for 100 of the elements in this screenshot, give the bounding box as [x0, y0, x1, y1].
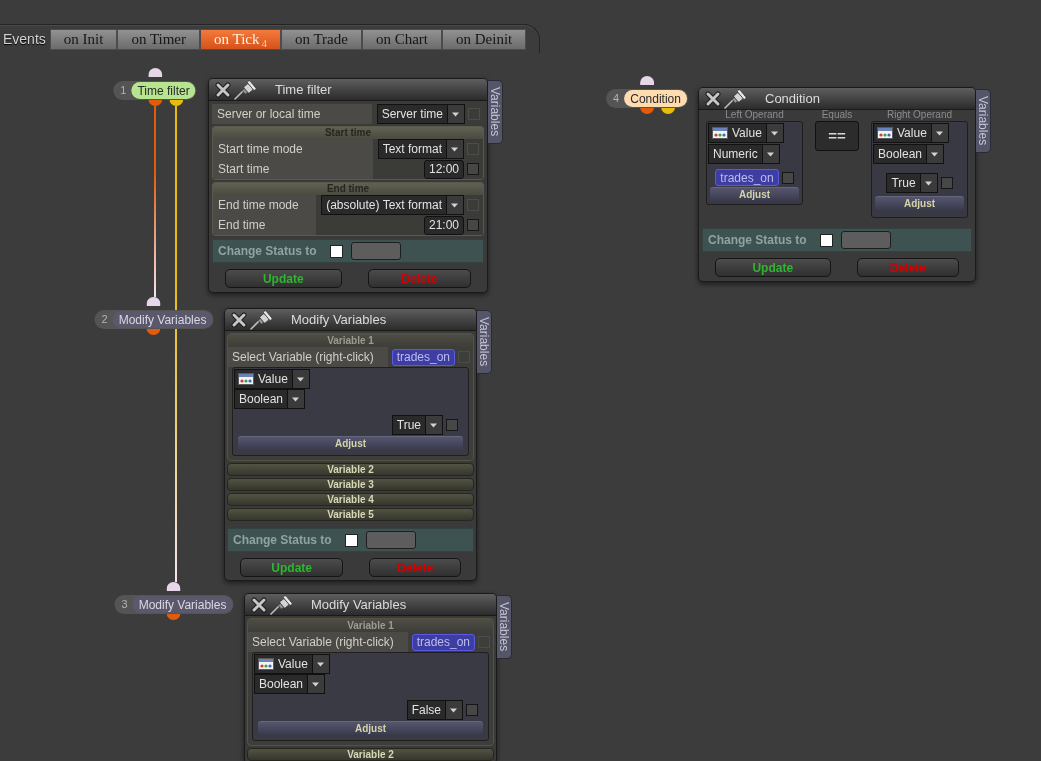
dropdown[interactable]: True	[391, 415, 443, 435]
variable-header[interactable]: Variable 2	[227, 463, 474, 476]
node-label: Modify Variables	[112, 311, 213, 328]
close-icon[interactable]	[215, 81, 231, 98]
node-pill[interactable]: 4 Condition	[606, 89, 688, 108]
variable-header[interactable]: Variable 4	[227, 493, 474, 506]
caret-down-icon[interactable]	[287, 390, 305, 408]
close-icon[interactable]	[231, 311, 247, 328]
caret-down-icon[interactable]	[765, 124, 783, 142]
field-label: Start time mode	[218, 141, 303, 158]
caret-down-icon[interactable]	[930, 124, 948, 142]
caret-down-icon[interactable]	[919, 174, 937, 192]
variable-header[interactable]: Variable 1	[228, 334, 473, 347]
caret-down-icon[interactable]	[425, 416, 442, 434]
caret-down-icon[interactable]	[307, 675, 325, 693]
dropdown[interactable]: Text format	[377, 139, 464, 159]
dropdown[interactable]: False	[406, 700, 463, 720]
field-label: Select Variable (right-click)	[252, 634, 394, 651]
panel-title: Time filter	[275, 80, 332, 99]
variable-header[interactable]: Variable 3	[227, 478, 474, 491]
dropdown[interactable]: (absolute) Text format	[321, 195, 464, 215]
node-number: 3	[121, 599, 128, 610]
node-pill[interactable]: 3 Modify Variables	[114, 595, 234, 614]
checkbox[interactable]	[467, 163, 479, 175]
side-tab[interactable]: Variables	[976, 89, 991, 153]
input-port-icon[interactable]	[167, 582, 181, 591]
checkbox[interactable]	[329, 244, 343, 258]
panel-title: Modify Variables	[311, 595, 407, 614]
node-number: 4	[613, 93, 620, 104]
dropdown[interactable]: Value	[254, 654, 330, 674]
update-button[interactable]: Update	[240, 558, 344, 577]
input-port-icon[interactable]	[148, 68, 162, 77]
dropdown[interactable]: True	[886, 173, 938, 193]
column-title: Right Operand	[886, 110, 952, 120]
event-tab[interactable]: on Deinit	[442, 28, 527, 50]
dropdown[interactable]: Value	[234, 369, 310, 389]
checkbox[interactable]	[466, 704, 478, 716]
node-pill[interactable]: 2 Modify Variables	[94, 310, 214, 329]
node-pill[interactable]: 1 Time filter	[113, 81, 197, 100]
dropdown[interactable]: Value	[873, 123, 949, 143]
adjust-button[interactable]: Adjust	[238, 436, 463, 450]
variable-selector[interactable]: trades_on	[715, 169, 779, 186]
caret-down-icon[interactable]	[446, 140, 463, 158]
caret-down-icon[interactable]	[761, 145, 779, 163]
variable-selector[interactable]: trades_on	[391, 348, 455, 366]
adjust-button[interactable]: Adjust	[258, 721, 483, 735]
adjust-button[interactable]: Adjust	[710, 187, 799, 201]
variable-header[interactable]: Variable 2	[247, 748, 494, 761]
pin-icon[interactable]	[270, 594, 292, 615]
checkbox[interactable]	[781, 171, 794, 184]
change-status-label: Change Status to	[233, 532, 332, 549]
close-icon[interactable]	[251, 596, 267, 613]
pin-icon[interactable]	[250, 309, 272, 330]
pin-icon[interactable]	[724, 88, 746, 109]
status-field[interactable]	[365, 531, 416, 549]
caret-down-icon[interactable]	[447, 105, 464, 123]
window-icon	[712, 127, 728, 139]
checkbox[interactable]	[819, 233, 833, 247]
caret-down-icon[interactable]	[926, 145, 944, 163]
update-button[interactable]: Update	[715, 258, 831, 277]
event-tab[interactable]: on Trade	[280, 28, 362, 50]
checkbox[interactable]	[344, 533, 358, 547]
caret-down-icon[interactable]	[445, 701, 462, 719]
dropdown[interactable]: Value	[708, 123, 784, 143]
checkbox[interactable]	[446, 419, 458, 431]
close-icon[interactable]	[705, 90, 721, 107]
variable-header[interactable]: Variable 5	[227, 508, 474, 521]
dropdown[interactable]: Boolean	[234, 389, 306, 409]
node-number: 2	[101, 314, 108, 325]
status-field[interactable]	[840, 231, 891, 249]
dropdown[interactable]: Boolean	[254, 674, 326, 694]
variable-header[interactable]: Variable 1	[248, 619, 493, 632]
variable-selector[interactable]: trades_on	[411, 633, 475, 651]
dropdown[interactable]: Server time	[376, 104, 465, 124]
checkbox[interactable]	[940, 177, 953, 189]
adjust-button[interactable]: Adjust	[875, 196, 964, 210]
update-button[interactable]: Update	[225, 269, 342, 288]
node-label: Time filter	[131, 82, 196, 99]
dropdown[interactable]: Boolean	[873, 144, 945, 164]
node-label: Condition	[624, 90, 687, 107]
side-tab[interactable]: Variables	[488, 80, 503, 144]
side-tab[interactable]: Variables	[497, 595, 512, 659]
dropdown[interactable]: Numeric	[708, 144, 780, 164]
checkbox[interactable]	[467, 219, 479, 231]
events-label: Events	[3, 29, 46, 49]
pin-icon[interactable]	[234, 79, 256, 100]
caret-down-icon[interactable]	[291, 370, 309, 388]
event-tab[interactable]: on Init	[49, 28, 118, 50]
caret-down-icon[interactable]	[446, 196, 463, 214]
time-field[interactable]: 21:00	[423, 215, 464, 235]
input-port-icon[interactable]	[640, 76, 654, 85]
side-tab[interactable]: Variables	[477, 310, 492, 374]
event-tab[interactable]: on Chart	[361, 28, 442, 50]
operator-field[interactable]: ==	[815, 121, 859, 151]
field-label: End time	[218, 217, 266, 234]
input-port-icon[interactable]	[147, 297, 161, 306]
time-field[interactable]: 12:00	[423, 159, 464, 179]
event-tab[interactable]: on Timer	[117, 28, 200, 50]
caret-down-icon[interactable]	[311, 655, 329, 673]
status-field[interactable]	[350, 242, 401, 260]
